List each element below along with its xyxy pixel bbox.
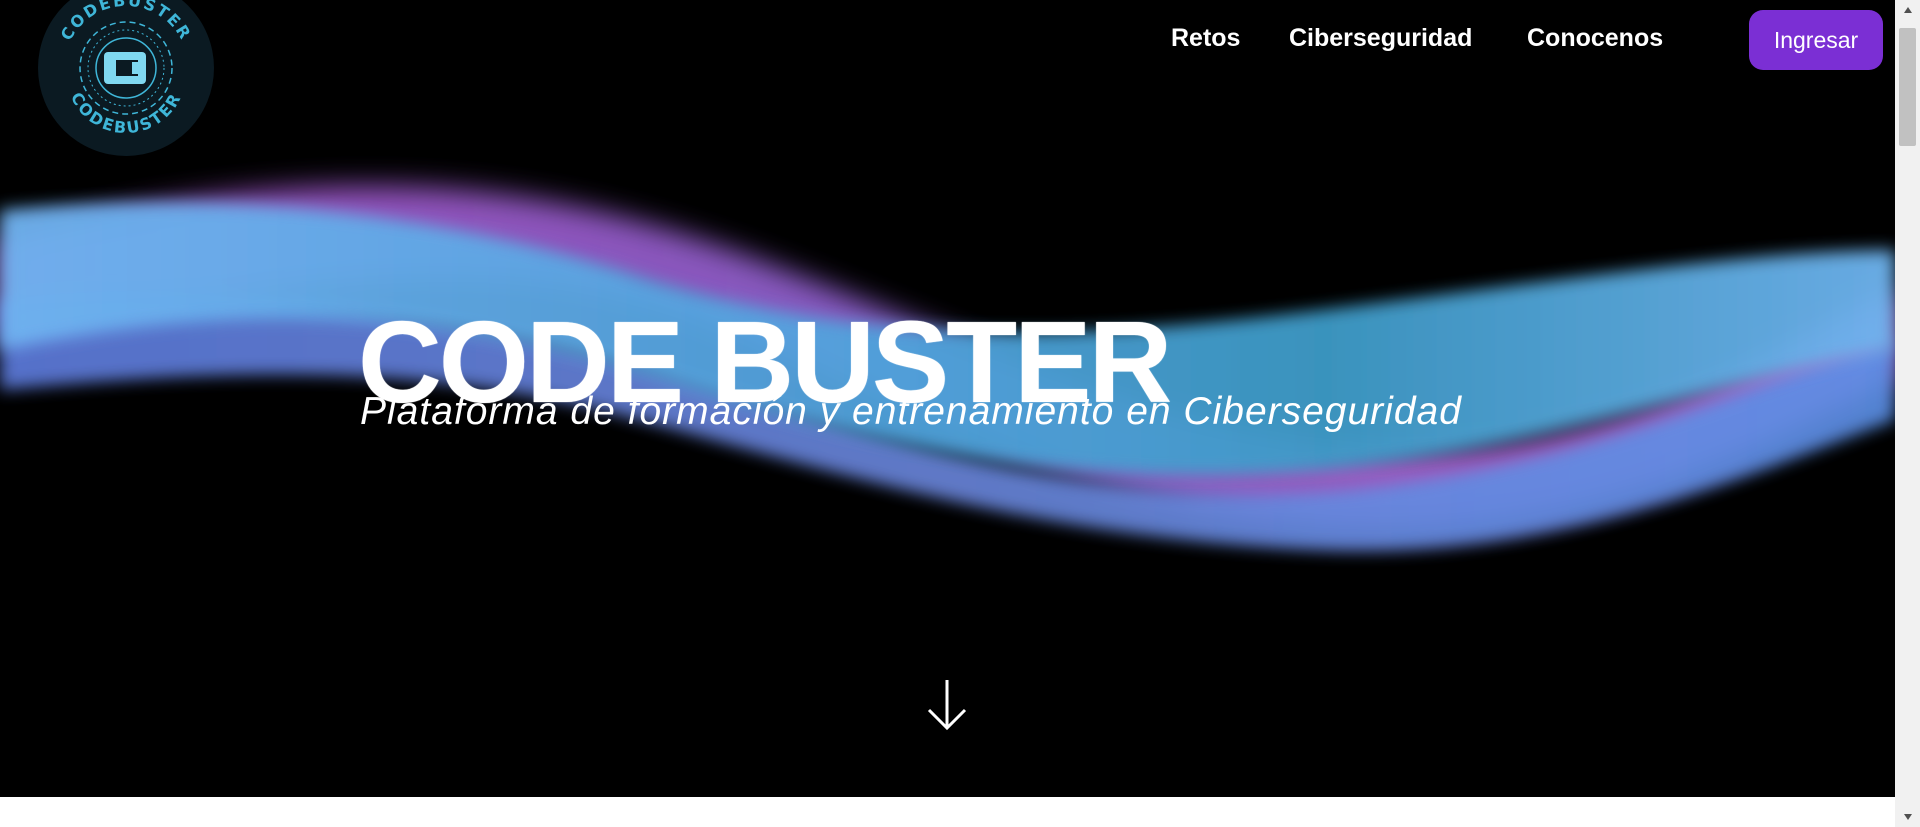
page-viewport: CODEBUSTER CODEBUSTER Retos Cibersegurid… [0,0,1895,827]
page-scrollbar[interactable] [1895,0,1920,827]
triangle-up-icon[interactable] [1895,0,1920,20]
nav-link-conocenos[interactable]: Conocenos [1527,24,1663,53]
login-button[interactable]: Ingresar [1749,10,1883,70]
nav-link-ciberseguridad[interactable]: Ciberseguridad [1289,24,1472,53]
arrow-down-icon[interactable] [925,678,969,732]
triangle-down-icon[interactable] [1895,807,1920,827]
hero-section: CODEBUSTER CODEBUSTER Retos Cibersegurid… [0,0,1895,797]
scrollbar-thumb[interactable] [1899,28,1916,146]
nav-link-retos[interactable]: Retos [1171,24,1240,53]
codebuster-logo[interactable]: CODEBUSTER CODEBUSTER [36,0,216,158]
hero-subtitle: Plataforma de formación y entrenamiento … [360,390,1462,433]
